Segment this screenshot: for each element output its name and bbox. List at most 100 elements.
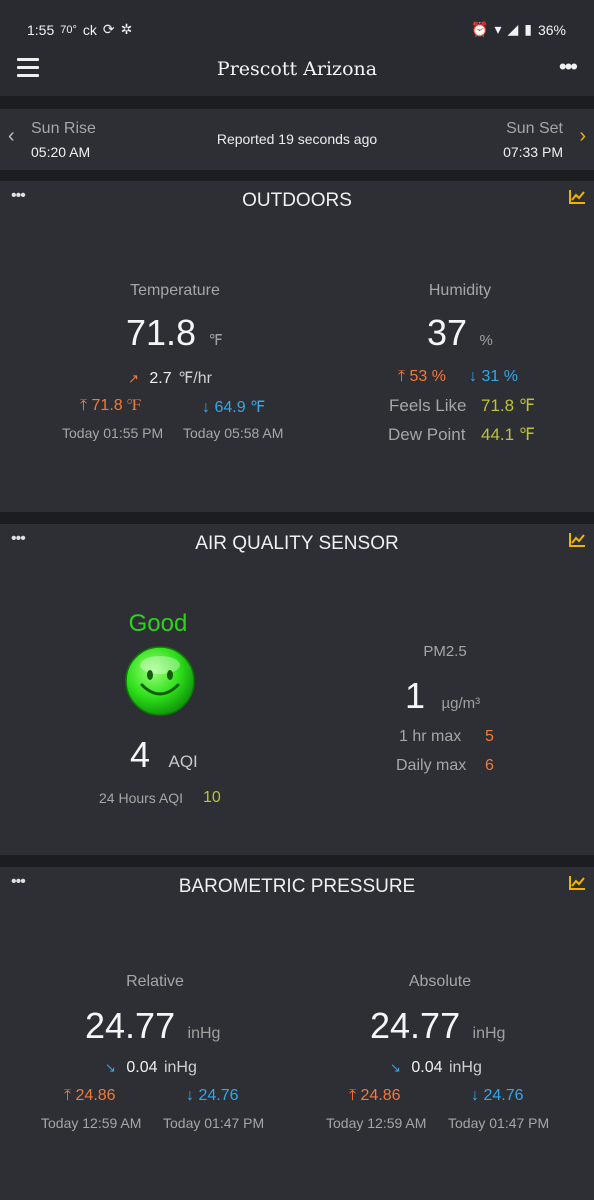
arrow-up-icon: ⤒ bbox=[349, 1087, 357, 1104]
outdoors-title: OUTDOORS bbox=[242, 190, 352, 211]
pm25-reading: 1 µg/m³ bbox=[405, 675, 480, 717]
air-quality-card: ••• AIR QUALITY SENSOR Good 4 AQI 24 Hou… bbox=[0, 524, 594, 855]
aqi-unit: AQI bbox=[168, 752, 198, 771]
air-quality-title: AIR QUALITY SENSOR bbox=[195, 533, 399, 554]
absolute-low-time: Today 01:47 PM bbox=[448, 1115, 550, 1131]
feels-like-value: 71.8 ℉ bbox=[481, 396, 535, 415]
alarm-icon: ⏰ bbox=[471, 21, 489, 37]
temperature-label: Temperature bbox=[130, 282, 220, 299]
humidity-low: ↓ 31 % bbox=[469, 368, 518, 386]
relative-high-time: Today 12:59 AM bbox=[41, 1115, 142, 1131]
arrow-up-icon: ⤒ bbox=[80, 397, 88, 414]
temperature-low-value: 64.9 ℉ bbox=[214, 399, 266, 416]
relative-label: Relative bbox=[126, 973, 184, 990]
temperature-high: ⤒ 71.8 ℉ bbox=[80, 397, 141, 415]
relative-low: ↓ 24.76 bbox=[186, 1087, 239, 1105]
outdoors-card: ••• OUTDOORS Temperature 71.8 ℉ ↗ 2.7 ℉/… bbox=[0, 181, 594, 512]
temperature-rate-value: 2.7 bbox=[149, 370, 172, 387]
sync-icon: ⟳ bbox=[102, 21, 115, 37]
relative-rate-unit: inHg bbox=[163, 1059, 197, 1076]
relative-value: 24.77 bbox=[85, 1005, 176, 1046]
pinwheel-icon: ✲ bbox=[120, 21, 133, 37]
relative-low-time: Today 01:47 PM bbox=[163, 1115, 265, 1131]
humidity-unit: % bbox=[479, 332, 493, 349]
page-title: Prescott Arizona bbox=[216, 58, 378, 80]
humidity-low-value: 31 % bbox=[481, 368, 518, 385]
humidity-high: ⤒ 53 % bbox=[398, 368, 446, 386]
arrow-up-icon: ⤒ bbox=[398, 368, 406, 385]
status-temp: 70° bbox=[60, 23, 77, 36]
temperature-high-value: 71.8 ℉ bbox=[91, 397, 141, 414]
humidity-value: 37 bbox=[427, 312, 468, 353]
smiley-face-icon bbox=[125, 646, 195, 716]
signal-icon: ◢ bbox=[507, 21, 519, 37]
absolute-label: Absolute bbox=[408, 973, 472, 990]
relative-high-value: 24.86 bbox=[75, 1087, 116, 1104]
relative-reading: 24.77 inHg bbox=[85, 1005, 220, 1047]
temperature-unit: ℉ bbox=[208, 332, 223, 349]
dew-point-label: Dew Point bbox=[388, 425, 466, 444]
absolute-rate-unit: inHg bbox=[448, 1059, 482, 1076]
pm25-unit: µg/m³ bbox=[441, 695, 481, 712]
relative-rate-value: 0.04 bbox=[126, 1059, 158, 1076]
aqi-value: 4 bbox=[130, 734, 151, 775]
pm25-value: 1 bbox=[405, 675, 426, 716]
trend-down-icon: ↘ bbox=[105, 1060, 116, 1075]
chart-icon[interactable] bbox=[569, 189, 586, 204]
chart-icon[interactable] bbox=[569, 875, 586, 890]
humidity-label: Humidity bbox=[428, 282, 492, 299]
absolute-rate-value: 0.04 bbox=[411, 1059, 443, 1076]
absolute-high: ⤒ 24.86 bbox=[349, 1087, 401, 1105]
absolute-rate: ↘ 0.04 inHg bbox=[390, 1059, 482, 1077]
aqi-reading: 4 AQI bbox=[130, 734, 198, 776]
hr-max-label: 1 hr max bbox=[399, 728, 462, 745]
sun-set-time: 07:33 PM bbox=[503, 144, 563, 160]
absolute-high-value: 24.86 bbox=[360, 1087, 401, 1104]
arrow-down-icon: ↓ bbox=[469, 368, 477, 385]
temperature-high-time: Today 01:55 PM bbox=[62, 425, 164, 441]
sun-set-label: Sun Set bbox=[506, 120, 563, 137]
arrow-up-icon: ⤒ bbox=[64, 1087, 72, 1104]
arrow-down-icon: ↓ bbox=[202, 399, 210, 416]
temperature-rate: ↗ 2.7 ℉/hr bbox=[128, 368, 212, 388]
temperature-low-time: Today 05:58 AM bbox=[183, 425, 284, 441]
aqi24-value: 10 bbox=[203, 789, 221, 806]
arrow-down-icon: ↓ bbox=[471, 1087, 479, 1104]
sun-bar: ‹ Sun Rise 05:20 AM Reported 19 seconds … bbox=[0, 109, 594, 170]
absolute-unit: inHg bbox=[472, 1025, 506, 1042]
trend-down-icon: ↘ bbox=[390, 1060, 401, 1075]
status-bar: 1:55 70° ck ⟳ ✲ ⏰ ▾ ◢ ▮ 36% bbox=[0, 0, 594, 52]
hr-max-value: 5 bbox=[485, 728, 494, 745]
battery-percent: 36% bbox=[537, 21, 566, 38]
sun-set: Sun Set 07:33 PM bbox=[503, 120, 563, 160]
absolute-reading: 24.77 inHg bbox=[370, 1005, 505, 1047]
chevron-right-icon[interactable]: › bbox=[579, 125, 586, 148]
feels-like-label: Feels Like bbox=[389, 396, 467, 415]
daily-max-value: 6 bbox=[485, 757, 494, 774]
relative-low-value: 24.76 bbox=[198, 1087, 239, 1104]
trend-up-icon: ↗ bbox=[128, 371, 139, 386]
temperature-rate-unit: ℉/hr bbox=[178, 370, 212, 387]
more-dots-icon[interactable]: ••• bbox=[559, 54, 578, 80]
wifi-icon: ▾ bbox=[494, 21, 502, 37]
pressure-title: BAROMETRIC PRESSURE bbox=[178, 876, 416, 897]
chart-icon[interactable] bbox=[569, 532, 586, 547]
pm25-label: PM2.5 bbox=[423, 643, 467, 660]
relative-rate: ↘ 0.04 inHg bbox=[105, 1059, 197, 1077]
arrow-down-icon: ↓ bbox=[186, 1087, 194, 1104]
daily-max-label: Daily max bbox=[396, 757, 467, 774]
absolute-low: ↓ 24.76 bbox=[471, 1087, 524, 1105]
absolute-value: 24.77 bbox=[370, 1005, 461, 1046]
app-bar: Prescott Arizona ••• bbox=[0, 52, 594, 96]
battery-icon: ▮ bbox=[524, 21, 532, 37]
aqi24-label: 24 Hours AQI bbox=[99, 790, 184, 806]
temperature-low: ↓ 64.9 ℉ bbox=[202, 397, 265, 417]
relative-unit: inHg bbox=[187, 1025, 221, 1042]
humidity-high-value: 53 % bbox=[409, 368, 446, 385]
pressure-card: ••• BAROMETRIC PRESSURE Relative 24.77 i… bbox=[0, 867, 594, 1200]
absolute-low-value: 24.76 bbox=[483, 1087, 524, 1104]
aqi-status: Good bbox=[128, 610, 188, 637]
temperature-value: 71.8 bbox=[126, 312, 197, 353]
absolute-high-time: Today 12:59 AM bbox=[326, 1115, 427, 1131]
status-time: 1:55 bbox=[27, 21, 55, 38]
